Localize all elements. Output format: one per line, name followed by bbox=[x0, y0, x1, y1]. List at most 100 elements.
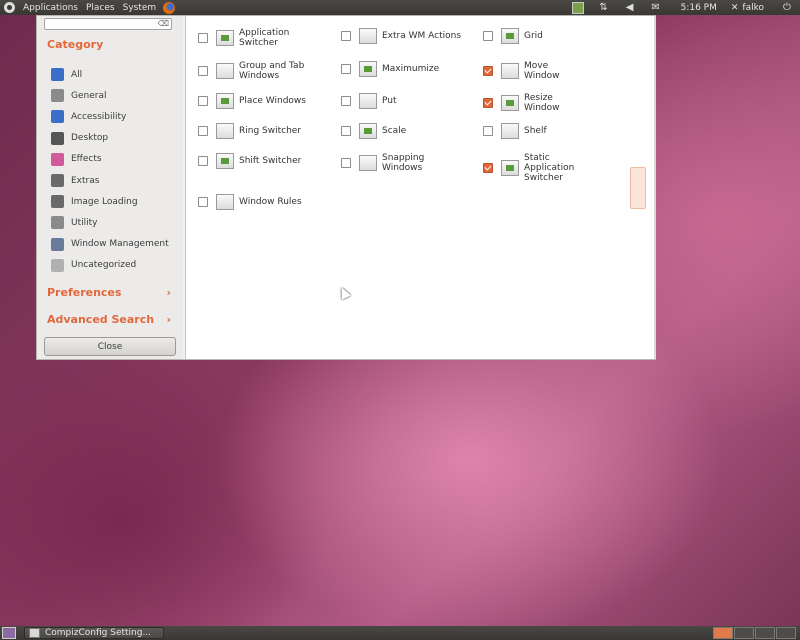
power-icon[interactable]: ⏻ bbox=[780, 2, 794, 14]
taskbar-compizconfig[interactable]: CompizConfig Setting... bbox=[24, 627, 164, 639]
plugin-label: Ring Switcher bbox=[239, 126, 302, 136]
plugin-window-rules[interactable]: Window Rules bbox=[198, 194, 338, 210]
plugin-static-application-switcher[interactable]: Static Application Switcher bbox=[483, 153, 623, 183]
category-item-accessibility[interactable]: Accessibility bbox=[51, 106, 169, 127]
workspace-4[interactable] bbox=[776, 627, 796, 639]
workspace-2[interactable] bbox=[734, 627, 754, 639]
category-label: Window Management bbox=[71, 239, 169, 250]
plugin-put[interactable]: Put bbox=[341, 93, 481, 109]
ubuntu-logo-icon[interactable] bbox=[4, 2, 15, 13]
plugin-place-windows[interactable]: Place Windows bbox=[198, 93, 338, 109]
show-desktop-button[interactable] bbox=[2, 627, 16, 639]
category-label: Desktop bbox=[71, 133, 109, 144]
globe-icon bbox=[51, 68, 64, 82]
plugin-checkbox[interactable] bbox=[483, 98, 493, 108]
grid-icon bbox=[501, 28, 519, 44]
advanced-search-label: Advanced Search bbox=[47, 313, 155, 326]
window-management-icon bbox=[51, 237, 64, 251]
resize-window-icon bbox=[501, 95, 519, 111]
category-item-uncategorized[interactable]: Uncategorized bbox=[51, 255, 169, 276]
category-label: All bbox=[71, 69, 83, 80]
category-item-general[interactable]: General bbox=[51, 85, 169, 106]
gear-icon bbox=[51, 89, 64, 103]
update-notifier-icon[interactable] bbox=[571, 1, 585, 14]
plugin-checkbox[interactable] bbox=[341, 64, 351, 74]
plugin-label: Group and Tab Windows bbox=[239, 61, 305, 81]
close-button[interactable]: Close bbox=[44, 337, 176, 356]
plugin-checkbox[interactable] bbox=[483, 163, 493, 173]
volume-icon[interactable]: ◀ bbox=[623, 2, 637, 14]
category-label: Utility bbox=[71, 217, 98, 228]
plugin-checkbox[interactable] bbox=[341, 31, 351, 41]
plugin-application-switcher[interactable]: Application Switcher bbox=[198, 28, 338, 48]
taskbar-label: CompizConfig Setting... bbox=[45, 628, 152, 638]
snapping-windows-icon bbox=[359, 155, 377, 171]
move-window-icon bbox=[501, 63, 519, 79]
workspace-3[interactable] bbox=[755, 627, 775, 639]
menu-places[interactable]: Places bbox=[82, 3, 119, 13]
network-icon[interactable]: ⇅ bbox=[597, 2, 611, 14]
plugin-checkbox[interactable] bbox=[483, 126, 493, 136]
menu-applications[interactable]: Applications bbox=[19, 3, 82, 13]
plugin-extra-wm-actions[interactable]: Extra WM Actions bbox=[341, 28, 481, 44]
plugin-checkbox[interactable] bbox=[198, 126, 208, 136]
panel-tray: ⇅ ◀ ✉ 5:16 PM ✕ falko ⏻ bbox=[565, 0, 800, 15]
plugin-shift-switcher[interactable]: Shift Switcher bbox=[198, 153, 338, 169]
category-item-utility[interactable]: Utility bbox=[51, 212, 169, 233]
plugin-checkbox[interactable] bbox=[198, 156, 208, 166]
utility-icon bbox=[51, 216, 64, 230]
plugin-checkbox[interactable] bbox=[198, 96, 208, 106]
plugin-checkbox[interactable] bbox=[341, 158, 351, 168]
advanced-search-link[interactable]: Advanced Search › bbox=[47, 313, 171, 326]
extras-icon bbox=[51, 174, 64, 188]
mail-icon[interactable]: ✉ bbox=[649, 2, 663, 14]
static-application-switcher-icon bbox=[501, 160, 519, 176]
plugin-move-window[interactable]: Move Window bbox=[483, 61, 623, 81]
plugin-checkbox[interactable] bbox=[483, 31, 493, 41]
firefox-icon[interactable] bbox=[163, 1, 176, 14]
category-title: Category bbox=[47, 38, 104, 51]
user-menu[interactable]: ✕ falko bbox=[731, 3, 764, 13]
plugin-maximumize[interactable]: Maximumize bbox=[341, 61, 481, 77]
plugin-resize-window[interactable]: Resize Window bbox=[483, 93, 623, 113]
compizconfig-icon bbox=[29, 628, 40, 638]
plugin-checkbox[interactable] bbox=[198, 197, 208, 207]
scale-icon bbox=[359, 123, 377, 139]
plugin-checkbox[interactable] bbox=[198, 66, 208, 76]
plugin-snapping-windows[interactable]: Snapping Windows bbox=[341, 153, 481, 173]
menu-system[interactable]: System bbox=[119, 3, 161, 13]
category-item-extras[interactable]: Extras bbox=[51, 170, 169, 191]
sidebar: ⌫ Category All General Accessibility Deskto… bbox=[37, 16, 183, 359]
category-item-desktop[interactable]: Desktop bbox=[51, 128, 169, 149]
workspace-1[interactable] bbox=[713, 627, 733, 639]
plugin-ring-switcher[interactable]: Ring Switcher bbox=[198, 123, 338, 139]
bottom-panel: CompizConfig Setting... bbox=[0, 626, 800, 640]
plugin-checkbox[interactable] bbox=[483, 66, 493, 76]
clear-search-icon[interactable]: ⌫ bbox=[158, 19, 169, 28]
plugin-checkbox[interactable] bbox=[341, 126, 351, 136]
plugin-label: Resize Window bbox=[524, 93, 560, 113]
plugin-label: Window Rules bbox=[239, 197, 302, 207]
category-item-effects[interactable]: Effects bbox=[51, 149, 169, 170]
plugin-grid[interactable]: Grid bbox=[483, 28, 623, 44]
plugin-checkbox[interactable] bbox=[341, 96, 351, 106]
category-item-image-loading[interactable]: Image Loading bbox=[51, 191, 169, 212]
plugin-label: Scale bbox=[382, 126, 407, 136]
plugin-shelf[interactable]: Shelf bbox=[483, 123, 623, 139]
application-switcher-icon bbox=[216, 30, 234, 46]
plugin-checkbox[interactable] bbox=[198, 33, 208, 43]
shift-switcher-icon bbox=[216, 153, 234, 169]
preferences-link[interactable]: Preferences › bbox=[47, 286, 171, 299]
plugin-group-and-tab-windows[interactable]: Group and Tab Windows bbox=[198, 61, 338, 81]
put-icon bbox=[359, 93, 377, 109]
search-input[interactable] bbox=[45, 19, 159, 29]
maximumize-icon bbox=[359, 61, 377, 77]
search-field[interactable]: ⌫ bbox=[44, 18, 172, 30]
chevron-right-icon: › bbox=[166, 286, 171, 299]
category-item-window-management[interactable]: Window Management bbox=[51, 234, 169, 255]
plugin-label: Extra WM Actions bbox=[382, 31, 462, 41]
plugin-scale[interactable]: Scale bbox=[341, 123, 481, 139]
plugin-label: Static Application Switcher bbox=[524, 153, 575, 183]
clock[interactable]: 5:16 PM bbox=[681, 3, 717, 13]
category-item-all[interactable]: All bbox=[51, 64, 169, 85]
